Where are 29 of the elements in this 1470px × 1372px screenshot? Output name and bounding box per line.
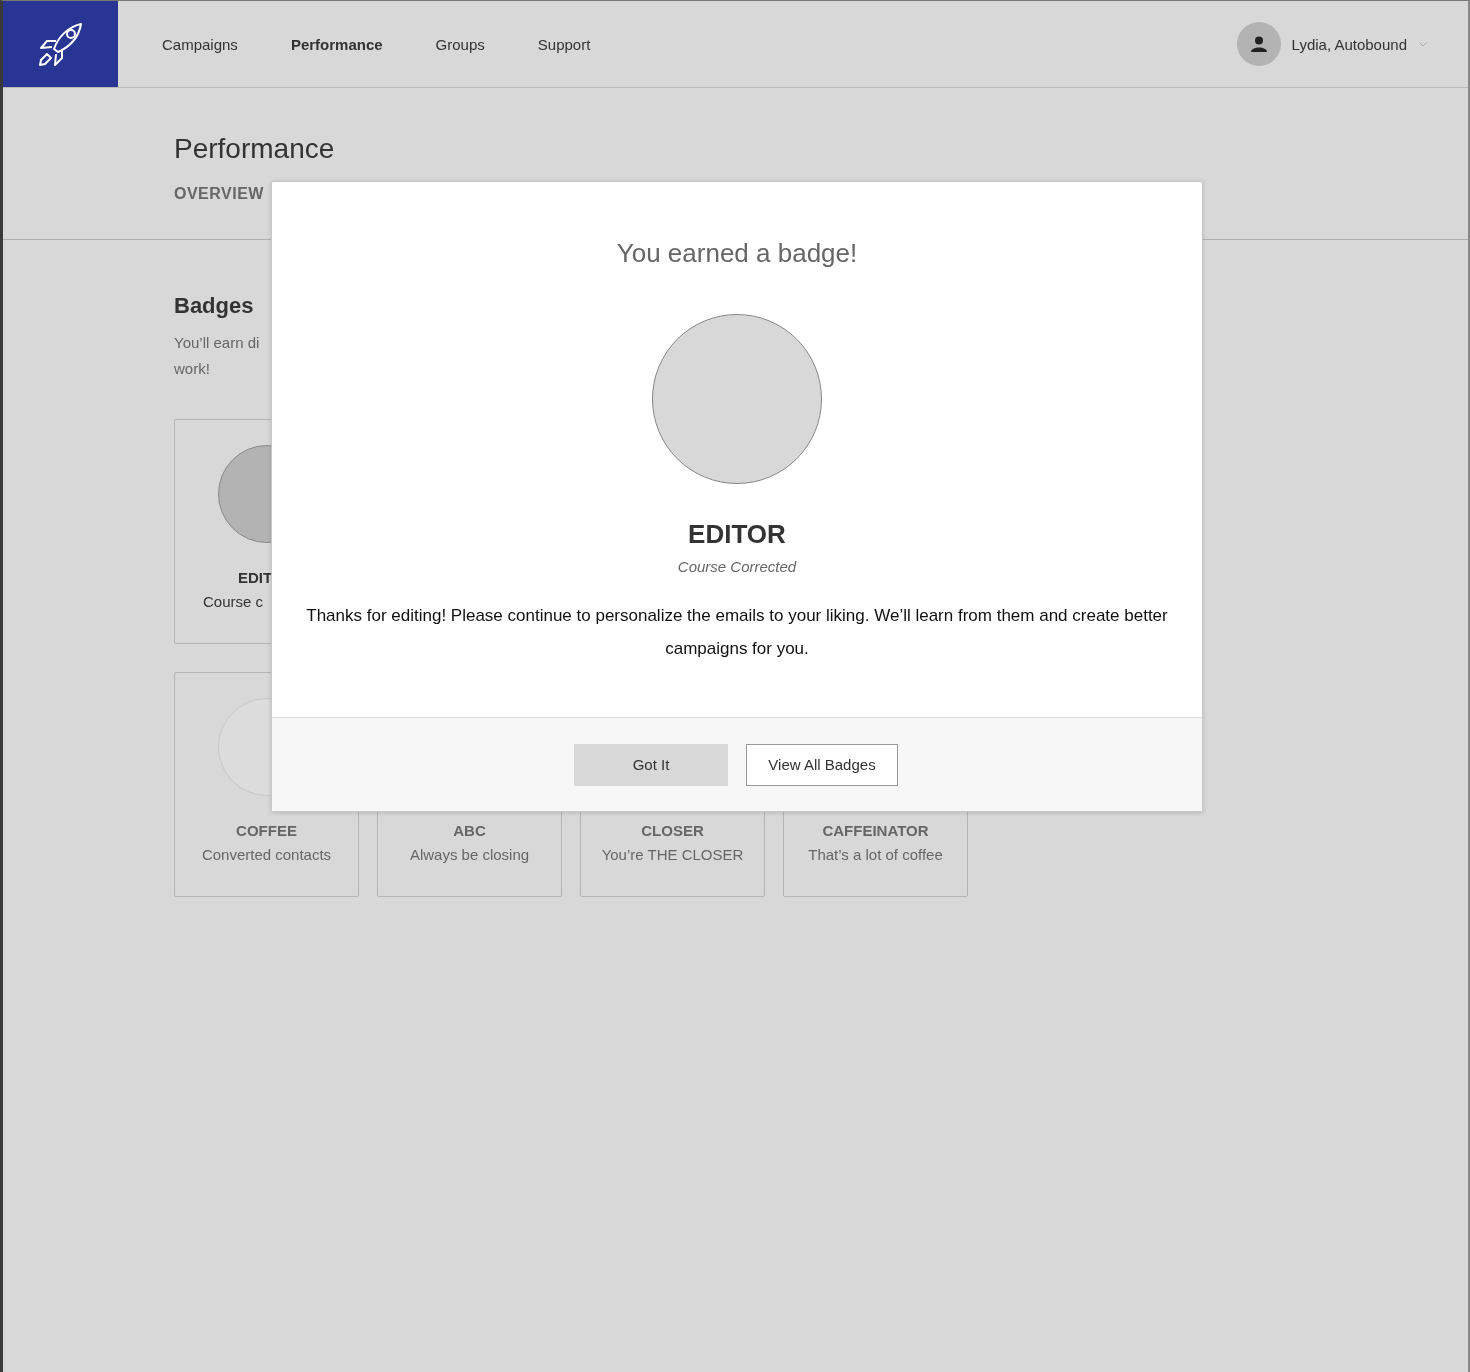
badge-name: COFFEE: [235, 822, 298, 839]
avatar[interactable]: [1236, 22, 1281, 66]
badge-name: ABC: [452, 822, 487, 839]
badge-name: CLOSER: [640, 822, 705, 839]
badge-caption: Always be closing: [408, 846, 531, 863]
badge-name: EDIT: [237, 569, 274, 586]
dialog-title: You earned a badge!: [615, 237, 859, 270]
logo-tile[interactable]: [3, 1, 118, 87]
badge-caption: You’re THE CLOSER: [600, 846, 745, 863]
rocket-icon: [37, 21, 84, 67]
badge-caption: Course c: [202, 593, 265, 610]
dialog-button[interactable]: Got It: [574, 743, 728, 786]
nav-link[interactable]: Groups: [435, 35, 485, 53]
user-name[interactable]: Lydia, Autobound: [1291, 35, 1407, 53]
page-title: Performance: [174, 132, 336, 166]
badge-caption: Converted contacts: [200, 846, 333, 863]
badge-name: CAFFEINATOR: [821, 822, 930, 839]
nav-link[interactable]: Campaigns: [162, 35, 238, 53]
badge-caption: Course Corrected: [676, 558, 798, 575]
nav-link[interactable]: Support: [537, 35, 591, 53]
description-text: You’ll earn di: [174, 333, 261, 353]
badge-name: EDITOR: [687, 518, 787, 550]
nav-link[interactable]: Performance: [290, 35, 383, 53]
badge-caption: That’s a lot of coffee: [807, 846, 944, 863]
person-icon: [1250, 36, 1267, 52]
section-heading: Badges: [174, 292, 255, 320]
dialog-button[interactable]: View All Badges: [746, 743, 898, 786]
tab[interactable]: OVERVIEW: [174, 185, 264, 202]
description-text: work!: [174, 359, 211, 379]
